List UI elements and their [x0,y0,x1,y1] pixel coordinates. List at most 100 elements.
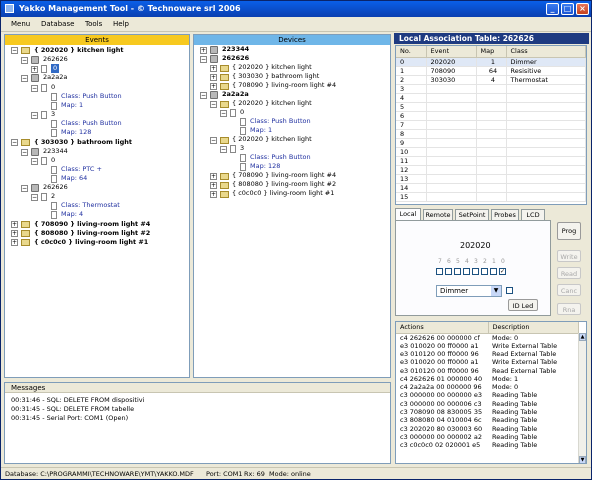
tab-remote[interactable]: Remote [423,209,453,220]
event-node[interactable]: { 303030 } bathroom light [232,72,319,81]
action-row[interactable]: c3 202020 80 030003 60 Reading Table [396,424,579,433]
tab-setpoint[interactable]: SetPoint [455,209,489,220]
event-node[interactable]: { 708090 } living-room light #4 [232,81,336,90]
actions-scrollbar[interactable]: ▲ ▼ [578,333,586,463]
event-node[interactable]: { 202020 } kitchen light [34,46,123,55]
table-row[interactable]: 5 [396,102,586,112]
device-node[interactable]: 262626 [43,55,68,64]
menu-item-help[interactable]: Help [113,20,129,28]
action-row[interactable]: c3 000000 00 000002 a2 Reading Table [396,433,579,441]
column-header-class[interactable]: Class [506,46,586,58]
action-row[interactable]: c3 c0c0c0 02 020001 e5 Reading Table [396,441,579,449]
table-row[interactable]: 13 [396,174,586,184]
device-node[interactable]: 223344 [43,147,68,156]
event-node[interactable]: { c0c0c0 } living-room light #1 [232,189,334,198]
bit-checkbox[interactable] [436,268,443,275]
canc-button[interactable]: Canc [557,284,581,296]
action-row[interactable]: c3 708090 08 830005 35 Reading Table [396,408,579,416]
collapse-icon[interactable]: − [31,194,38,201]
menu-item-database[interactable]: Database [41,20,74,28]
bit-checkbox[interactable] [472,268,479,275]
table-row[interactable]: 6 [396,111,586,121]
device-node[interactable]: 2a2a2a [222,90,249,99]
collapse-icon[interactable]: − [200,92,207,99]
event-node[interactable]: { 202020 } kitchen light [232,63,312,72]
menu-item-tools[interactable]: Tools [85,20,102,28]
device-node[interactable]: 2a2a2a [43,73,67,82]
bit-checkbox[interactable] [454,268,461,275]
table-row[interactable]: 3 [396,84,586,94]
bit-checkbox[interactable] [481,268,488,275]
table-row[interactable]: 2 303030 4 Thermostat [396,75,586,85]
column-header-description[interactable]: Description [488,322,579,334]
channel-node[interactable]: 3 [240,144,244,153]
title-bar[interactable]: Yakko Management Tool - © Technoware srl… [1,1,591,17]
close-button[interactable]: × [576,3,589,15]
event-node[interactable]: { c0c0c0 } living-room light #1 [34,238,148,247]
chevron-down-icon[interactable]: ▼ [491,286,501,296]
expand-icon[interactable]: + [210,182,217,189]
table-row[interactable]: 4 [396,93,586,103]
action-row[interactable]: c3 808080 04 010004 6c Reading Table [396,416,579,424]
collapse-icon[interactable]: − [210,137,217,144]
column-header-event[interactable]: Event [426,46,477,58]
table-row[interactable]: 15 [396,192,586,202]
event-node[interactable]: { 708090 } living-room light #4 [232,171,336,180]
table-row[interactable]: 0 202020 1 Dimmer [396,57,586,67]
bit-checkbox[interactable]: ✓ [499,268,506,275]
expand-icon[interactable]: + [210,65,217,72]
action-row[interactable]: c4 2a2a2a 00 000000 96 Mode: 0 [396,383,579,391]
column-header-actions[interactable]: Actions [396,322,489,334]
scroll-up-icon[interactable]: ▲ [579,333,586,341]
id-led-button[interactable]: ID Led [508,299,538,311]
event-node[interactable]: { 808080 } living-room light #2 [34,229,150,238]
action-row[interactable]: c3 000000 00 000006 c3 Reading Table [396,400,579,408]
bit-checkbox[interactable] [445,268,452,275]
collapse-icon[interactable]: − [21,75,28,82]
collapse-icon[interactable]: − [31,85,38,92]
expand-icon[interactable]: + [210,191,217,198]
device-node[interactable]: 262626 [43,183,68,192]
expand-icon[interactable]: + [31,66,38,73]
event-node[interactable]: { 708090 } living-room light #4 [34,220,150,229]
channel-node-selected[interactable]: 0 [51,64,60,73]
expand-icon[interactable]: + [11,230,18,237]
device-node[interactable]: 262626 [222,54,249,63]
channel-node[interactable]: 0 [51,83,55,92]
menu-item-menu[interactable]: Menu [11,20,30,28]
channel-node[interactable]: 0 [51,156,55,165]
bit-checkbox[interactable] [490,268,497,275]
expand-icon[interactable]: + [11,239,18,246]
event-node[interactable]: { 202020 } kitchen light [232,135,312,144]
column-header-map[interactable]: Map [476,46,507,58]
action-row[interactable]: c4 262626 00 000000 cf Mode: 0 [396,333,579,342]
expand-icon[interactable]: + [210,173,217,180]
table-row[interactable]: 10 [396,147,586,157]
collapse-icon[interactable]: − [11,47,18,54]
minimize-button[interactable]: _ [546,3,559,15]
channel-node[interactable]: 3 [51,110,55,119]
tab-lcd[interactable]: LCD [521,209,545,220]
class-checkbox[interactable] [506,287,513,294]
event-node[interactable]: { 808080 } living-room light #2 [232,180,336,189]
collapse-icon[interactable]: − [220,110,227,117]
action-row[interactable]: c4 262626 01 000000 40 Mode: 1 [396,375,579,383]
action-row[interactable]: c3 000000 00 000000 e3 Reading Table [396,391,579,399]
class-select[interactable]: Dimmer ▼ [436,285,502,297]
maximize-button[interactable]: □ [561,3,574,15]
action-row[interactable]: e3 010120 00 ff0000 96 Read External Tabl… [396,366,579,375]
collapse-icon[interactable]: − [21,149,28,156]
action-row[interactable]: e3 010020 00 ff0000 a1 Write External Tab… [396,342,579,350]
column-header-no[interactable]: No. [396,46,427,58]
table-row[interactable]: 11 [396,156,586,166]
tab-probes[interactable]: Probes [491,209,519,220]
tab-local[interactable]: Local [395,208,421,220]
collapse-icon[interactable]: − [200,56,207,63]
collapse-icon[interactable]: − [31,112,38,119]
collapse-icon[interactable]: − [21,57,28,64]
table-row[interactable]: 8 [396,129,586,139]
read-button[interactable]: Read [557,267,581,279]
table-row[interactable]: 14 [396,183,586,193]
bit-checkbox[interactable] [463,268,470,275]
table-row[interactable]: 1 708090 64 Resisitive [396,66,586,76]
